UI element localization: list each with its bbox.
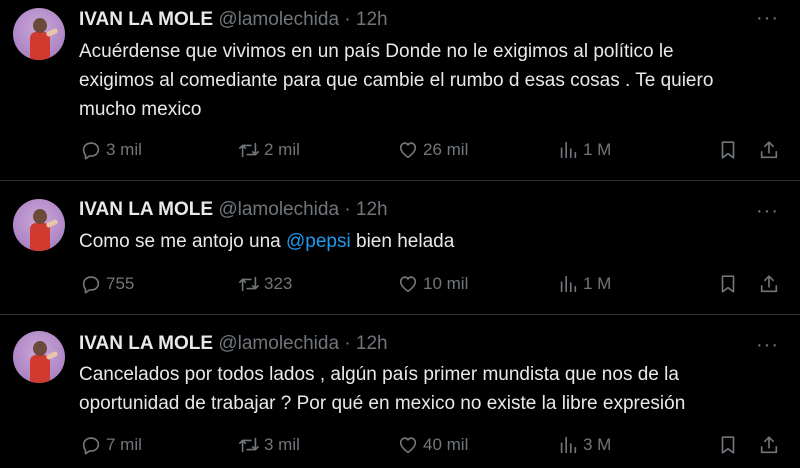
tweet-text-line: exigimos al comediante para que cambie e…	[79, 70, 714, 91]
tweet-text-segment: bien helada	[350, 231, 455, 252]
retweet-count: 2 mil	[264, 140, 300, 159]
like-button[interactable]: 40 mil	[397, 432, 468, 458]
like-count: 26 mil	[423, 140, 469, 159]
avatar-figure-head	[33, 341, 47, 356]
views-bar-chart-icon	[560, 141, 577, 159]
separator-dot: ·	[344, 9, 351, 30]
reply-count: 7 mil	[106, 435, 142, 454]
share-icon	[760, 141, 778, 159]
views-count: 3 M	[583, 435, 612, 454]
author-handle[interactable]: @lamolechida	[218, 199, 339, 220]
reply-count: 3 mil	[106, 140, 142, 159]
avatar-figure-arm	[45, 218, 59, 229]
views-button[interactable]: 3 M	[557, 432, 611, 458]
avatar[interactable]	[13, 199, 65, 251]
views-button[interactable]: 1 M	[557, 271, 611, 297]
share-button[interactable]	[758, 271, 780, 297]
share-button[interactable]	[758, 432, 780, 458]
share-button[interactable]	[758, 137, 780, 163]
author-name[interactable]: IVAN LA MOLE	[79, 333, 213, 354]
timestamp[interactable]: 12h	[356, 9, 388, 30]
tweet-text-segment: Como se me antojo una	[79, 231, 287, 252]
reply-bubble-icon	[82, 276, 100, 294]
author-name[interactable]: IVAN LA MOLE	[79, 9, 213, 30]
avatar-figure-head	[33, 18, 47, 33]
bookmark-icon	[721, 141, 735, 159]
tweet[interactable]: IVAN LA MOLE @lamolechida · 12h ··· Canc…	[0, 315, 800, 468]
tweet-actions: 7 mil 3 mil 40 mil 3 M	[0, 432, 800, 458]
avatar-figure-arm	[45, 27, 59, 38]
share-icon	[760, 436, 778, 454]
reply-button[interactable]: 755	[80, 271, 134, 297]
heart-icon	[399, 276, 417, 293]
reply-bubble-icon	[82, 437, 100, 455]
avatar[interactable]	[13, 8, 65, 60]
bookmark-button[interactable]	[717, 137, 739, 163]
tweet-header: IVAN LA MOLE @lamolechida · 12h	[79, 8, 388, 32]
timestamp[interactable]: 12h	[356, 199, 388, 220]
bookmark-button[interactable]	[717, 432, 739, 458]
more-horizontal-icon[interactable]: ···	[756, 201, 779, 221]
views-count: 1 M	[583, 140, 612, 159]
like-button[interactable]: 10 mil	[397, 271, 468, 297]
like-button[interactable]: 26 mil	[397, 137, 468, 163]
like-count: 10 mil	[423, 274, 469, 293]
tweet-text: Como se me antojo una @pepsi bien helada	[79, 227, 779, 256]
tweet[interactable]: IVAN LA MOLE @lamolechida · 12h ··· Como…	[0, 181, 800, 315]
tweet-actions: 3 mil 2 mil 26 mil 1 M	[0, 137, 800, 163]
bookmark-icon	[721, 275, 735, 293]
tweet-text-line: Cancelados por todos lados , algún país …	[79, 364, 679, 385]
retweet-button[interactable]: 323	[238, 271, 292, 297]
tweet-text-line: Acuérdense que vivimos en un país Donde …	[79, 41, 674, 62]
separator-dot: ·	[344, 199, 351, 220]
avatar[interactable]	[13, 331, 65, 383]
reply-button[interactable]: 7 mil	[80, 432, 142, 458]
avatar-figure-head	[33, 209, 47, 224]
tweet-text: Acuérdense que vivimos en un país Donde …	[79, 37, 779, 124]
share-icon	[760, 275, 778, 293]
tweet-text-line: oportunidad de trabajar ? Por qué en mex…	[79, 393, 686, 414]
reply-button[interactable]: 3 mil	[80, 137, 142, 163]
bookmark-button[interactable]	[717, 271, 739, 297]
views-button[interactable]: 1 M	[557, 137, 611, 163]
retweet-button[interactable]: 2 mil	[238, 137, 300, 163]
author-name[interactable]: IVAN LA MOLE	[79, 199, 213, 220]
retweet-icon	[239, 437, 259, 453]
heart-icon	[399, 437, 417, 454]
tweet-text: Cancelados por todos lados , algún país …	[79, 360, 779, 418]
mention-link[interactable]: @pepsi	[286, 231, 351, 252]
reply-bubble-icon	[82, 142, 100, 160]
retweet-icon	[239, 276, 259, 292]
views-bar-chart-icon	[560, 436, 577, 454]
more-horizontal-icon[interactable]: ···	[756, 335, 779, 355]
tweet[interactable]: IVAN LA MOLE @lamolechida · 12h ··· Acué…	[0, 0, 800, 181]
timestamp[interactable]: 12h	[356, 333, 388, 354]
avatar-figure-arm	[45, 350, 59, 361]
views-count: 1 M	[583, 274, 612, 293]
retweet-count: 3 mil	[264, 435, 300, 454]
tweet-header: IVAN LA MOLE @lamolechida · 12h	[79, 198, 388, 222]
author-handle[interactable]: @lamolechida	[218, 333, 339, 354]
reply-count: 755	[106, 274, 135, 293]
heart-icon	[399, 142, 417, 159]
retweet-button[interactable]: 3 mil	[238, 432, 300, 458]
retweet-count: 323	[264, 274, 293, 293]
tweet-header: IVAN LA MOLE @lamolechida · 12h	[79, 332, 388, 356]
bookmark-icon	[721, 436, 735, 454]
retweet-icon	[239, 142, 259, 158]
separator-dot: ·	[344, 333, 351, 354]
like-count: 40 mil	[423, 435, 469, 454]
tweet-actions: 755 323 10 mil 1 M	[0, 271, 800, 297]
tweet-text-line: mucho mexico	[79, 99, 202, 120]
views-bar-chart-icon	[560, 275, 577, 293]
more-horizontal-icon[interactable]: ···	[756, 8, 779, 28]
author-handle[interactable]: @lamolechida	[218, 9, 339, 30]
